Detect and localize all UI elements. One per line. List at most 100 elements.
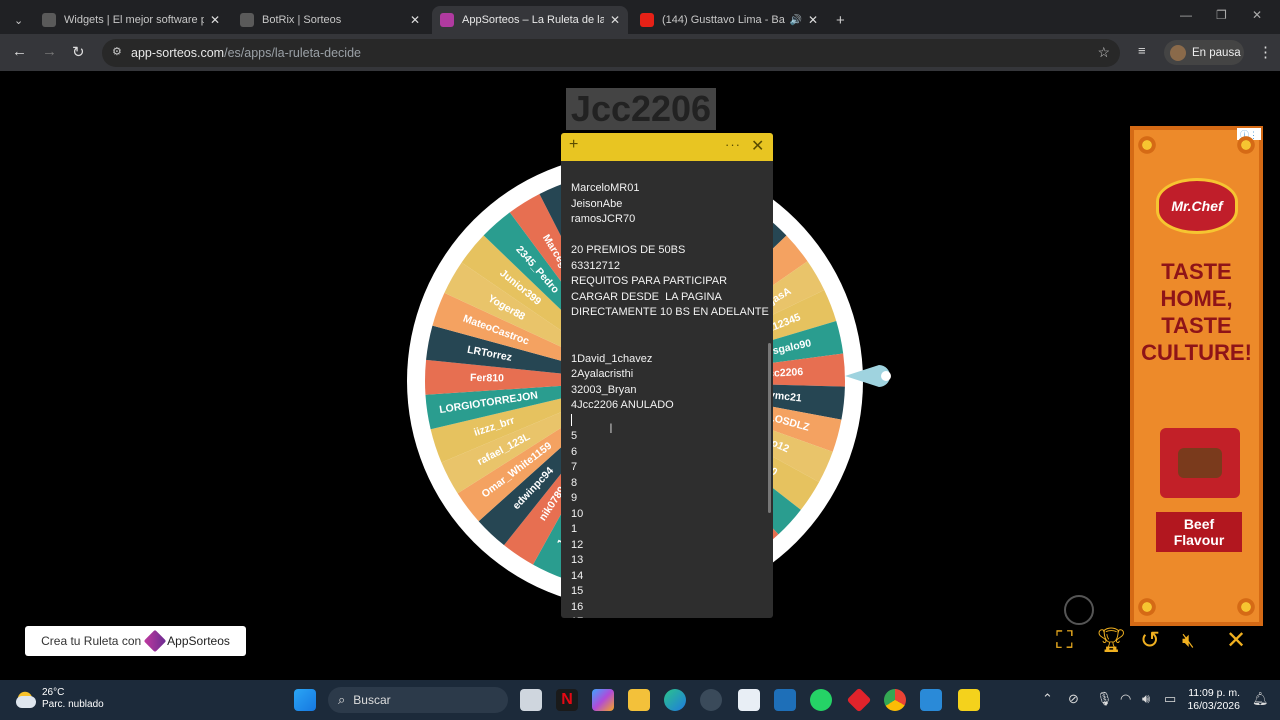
note-line [571, 336, 765, 352]
system-clock[interactable]: 11:09 p. m. 16/03/2026 [1187, 687, 1240, 713]
browser-toolbar: ← → ↻ ⚙ app-sorteos.com/es/apps/la-rulet… [0, 34, 1280, 71]
note-line: 16 [571, 600, 584, 613]
weather-status: Parc. nublado [42, 699, 104, 710]
trophy-icon[interactable]: 🏆︎ [1096, 627, 1126, 655]
close-tab-icon[interactable]: ✕ [410, 13, 420, 27]
note-line [571, 321, 765, 337]
weather-widget[interactable]: 26°C Parc. nublado [14, 687, 104, 711]
file-explorer-icon[interactable] [628, 689, 650, 711]
whatsapp-icon[interactable] [810, 689, 832, 711]
address-bar[interactable]: ⚙ app-sorteos.com/es/apps/la-ruleta-deci… [102, 39, 1120, 67]
netflix-icon[interactable]: N [556, 689, 578, 711]
wheel-controls: ⛶ 🏆︎ ↺ 🔇︎ ✕ [1056, 627, 1256, 657]
temperature: 26°C [42, 687, 65, 698]
minimize-icon[interactable]: — [1180, 8, 1192, 22]
close-icon[interactable]: ✕ [751, 136, 764, 156]
taskbar-search[interactable]: ⌕ Buscar [328, 687, 508, 713]
tab-title: (144) Gusttavo Lima - Balad [662, 14, 785, 26]
photos-icon[interactable] [774, 689, 796, 711]
copilot-icon[interactable] [592, 689, 614, 711]
task-view-icon[interactable] [520, 689, 542, 711]
wheel-slice-label: Fer810 [470, 372, 504, 385]
back-arrow-icon[interactable]: ← [12, 43, 27, 60]
site-info-icon[interactable]: ⚙ [112, 45, 124, 59]
microphone-icon[interactable]: 🎙︎ [1096, 691, 1113, 707]
note-line: 1David_1chavez [571, 352, 653, 365]
note-line: MarceloMR01 [571, 182, 640, 194]
botrix-favicon-icon [240, 13, 254, 27]
close-tab-icon[interactable]: ✕ [808, 13, 818, 27]
note-line: CARGAR DESDE LA PAGINA [571, 290, 722, 303]
note-line: 10 [571, 507, 584, 520]
tab-appsorteos[interactable]: AppSorteos – La Ruleta de la Su ✕ [432, 6, 628, 34]
fullscreen-icon[interactable]: ⛶ [1056, 627, 1073, 655]
ad-tagline: TASTE HOME, TASTE CULTURE! [1141, 259, 1252, 365]
app-icon[interactable] [920, 689, 942, 711]
media-controls-icon[interactable]: ≡ [1138, 43, 1146, 58]
note-scrollbar[interactable] [768, 343, 771, 513]
maximize-icon[interactable]: ❐ [1216, 8, 1227, 22]
more-options-icon[interactable]: ··· [725, 137, 741, 152]
text-caret [571, 413, 572, 426]
bookmark-star-icon[interactable]: ☆ [1097, 44, 1110, 61]
show-hidden-icons-icon[interactable]: ⌃ [1042, 691, 1053, 707]
tab-widgets[interactable]: Widgets | El mejor software par ✕ [34, 6, 228, 34]
widgets-favicon-icon [42, 13, 56, 27]
note-line: 13 [571, 554, 584, 566]
add-note-icon[interactable]: + [569, 136, 578, 154]
search-icon: ⌕ [338, 692, 346, 707]
windows-start-icon[interactable] [294, 689, 316, 711]
tab-botrix[interactable]: BotRix | Sorteos ✕ [232, 6, 428, 34]
tab-bar: ⌄ Widgets | El mejor software par ✕ BotR… [0, 0, 1280, 34]
forward-arrow-icon[interactable]: → [42, 43, 57, 60]
banner-brand: AppSorteos [167, 634, 230, 648]
note-line: 63312712 [571, 259, 620, 272]
loading-spinner-icon [1064, 595, 1094, 625]
tab-youtube[interactable]: (144) Gusttavo Lima - Balad 🔊 ✕ [632, 6, 826, 34]
wifi-icon[interactable]: ◠ [1120, 691, 1131, 707]
edge-icon[interactable] [664, 689, 686, 711]
sticky-note-header[interactable]: + ··· ✕ [561, 133, 773, 161]
close-tab-icon[interactable]: ✕ [210, 13, 220, 27]
tab-search-button[interactable]: ⌄ [6, 6, 30, 34]
partly-cloudy-icon [14, 688, 36, 710]
sticky-note-window[interactable]: + ··· ✕ MarceloMR01 JeisonAbe ramosJCR70 20… [561, 133, 773, 618]
tab-title: Widgets | El mejor software par [64, 14, 204, 26]
avatar [1170, 44, 1186, 61]
close-window-icon[interactable]: ✕ [1252, 8, 1262, 22]
sticky-notes-icon[interactable] [958, 689, 980, 711]
obs-icon[interactable] [700, 689, 722, 711]
mute-icon[interactable]: 🔇︎ [1182, 627, 1195, 655]
note-line: 8 [571, 476, 578, 489]
undo-icon[interactable]: ↺ [1140, 627, 1160, 655]
speaker-icon[interactable]: 🔊 [789, 15, 801, 26]
new-tab-button[interactable]: + [828, 6, 852, 34]
ornament-icon [1136, 596, 1158, 618]
network-off-icon[interactable]: ⊘ [1068, 691, 1079, 707]
product-pack-image [1160, 428, 1240, 498]
store-icon[interactable] [738, 689, 760, 711]
profile-button[interactable]: En pausa [1164, 40, 1244, 65]
menu-kebab-icon[interactable]: ⋮ [1258, 43, 1273, 61]
note-line: DIRECTAMENTE 10 BS EN ADELANTE [571, 306, 769, 318]
chrome-icon[interactable] [884, 689, 906, 711]
appsorteos-favicon-icon [440, 13, 454, 27]
search-placeholder: Buscar [353, 693, 391, 707]
winner-name: Jcc2206 [566, 88, 716, 130]
ornament-icon [1235, 134, 1257, 156]
appsorteos-logo-icon [143, 629, 167, 653]
app-icon[interactable] [846, 687, 872, 713]
create-roulette-banner[interactable]: Crea tu Ruleta con AppSorteos [25, 626, 246, 656]
advertisement[interactable]: ⓘ⋮ Mr.Chef TASTEHOME,TASTECULTURE! BeefF… [1130, 126, 1263, 626]
volume-icon[interactable]: 🔊︎ [1142, 691, 1150, 707]
sticky-note-text[interactable]: MarceloMR01 JeisonAbe ramosJCR70 20 PREMIOS… [561, 161, 773, 618]
close-icon[interactable]: ✕ [1226, 627, 1246, 655]
notifications-icon[interactable]: 🔔︎ [1252, 691, 1269, 707]
battery-icon[interactable]: ▭ [1164, 691, 1176, 707]
reload-icon[interactable]: ↻ [72, 43, 85, 61]
profile-status: En pausa [1192, 46, 1241, 59]
note-line [571, 228, 765, 244]
note-line: REQUITOS PARA PARTICIPAR [571, 275, 728, 287]
close-tab-icon[interactable]: ✕ [610, 13, 620, 27]
note-line: 6 [571, 445, 578, 458]
